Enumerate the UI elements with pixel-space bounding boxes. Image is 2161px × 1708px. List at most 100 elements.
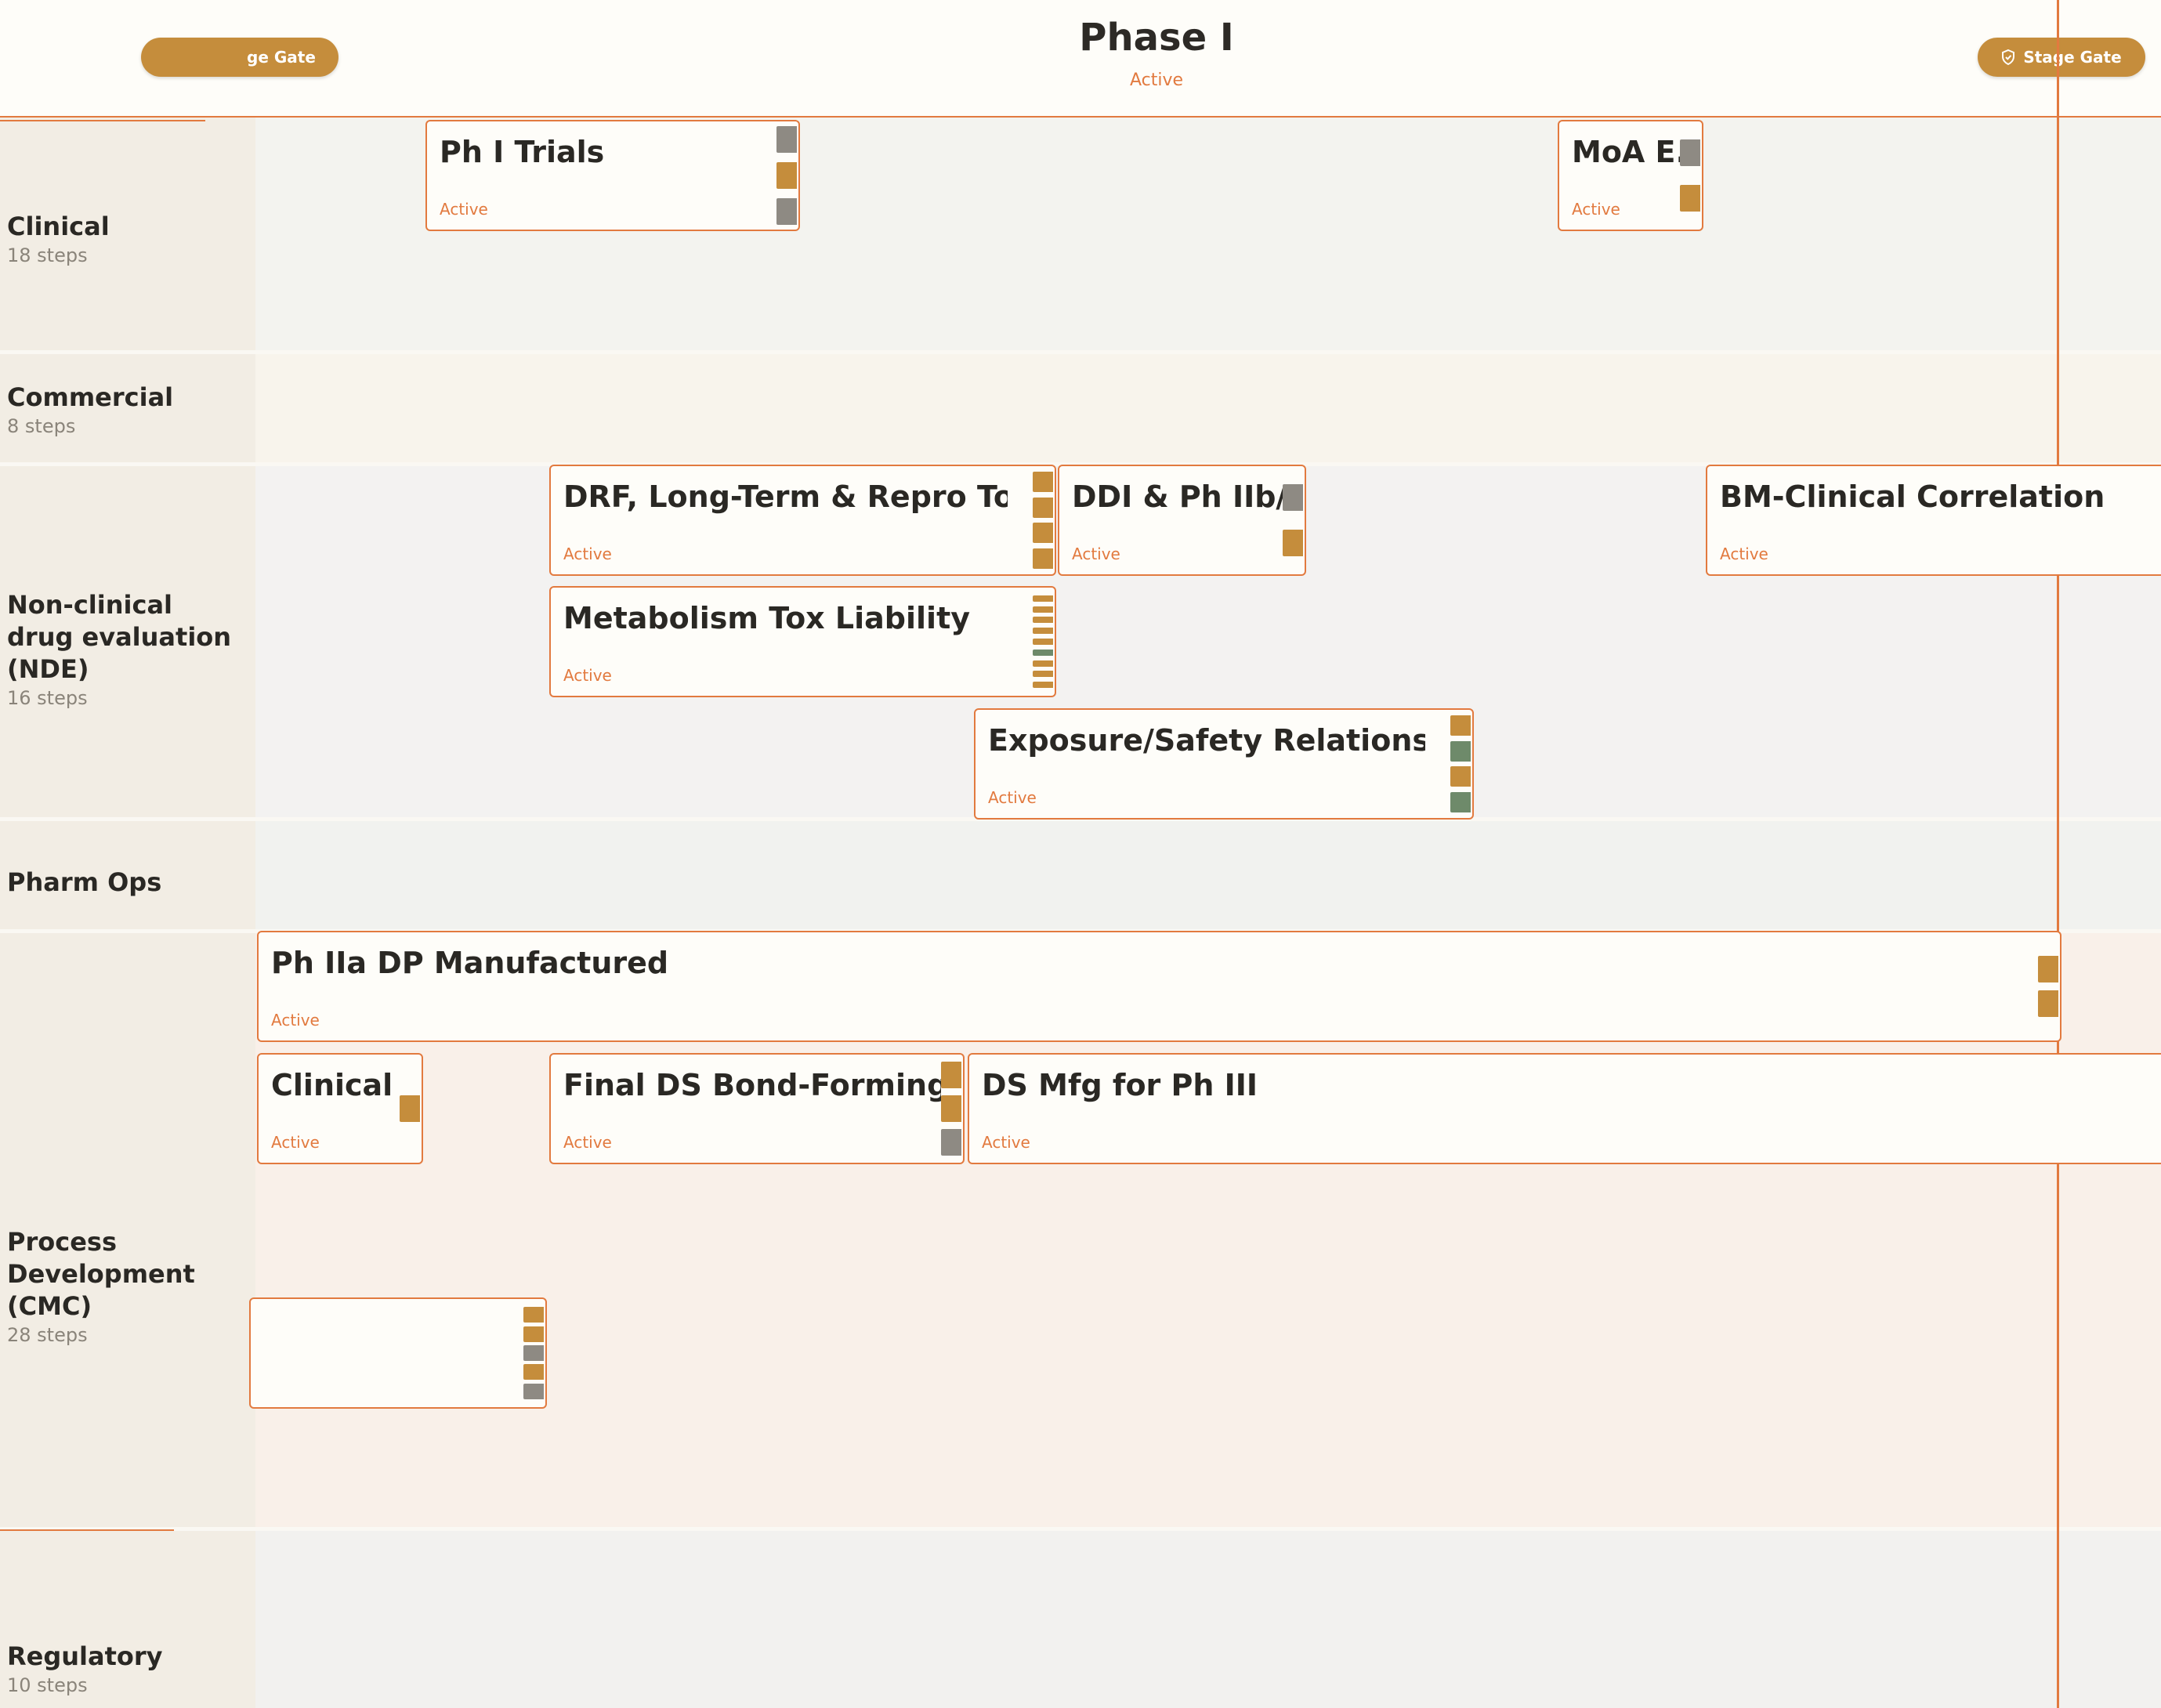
dependency-tab[interactable] <box>1033 628 1053 635</box>
task-card[interactable]: Final DS Bond-Forming R... Active <box>549 1053 965 1164</box>
dependency-tab[interactable] <box>400 1095 420 1122</box>
header-divider <box>0 116 2161 118</box>
dependency-tab[interactable] <box>2038 990 2058 1017</box>
dependency-tab[interactable] <box>523 1344 544 1361</box>
stage-gate-left-button[interactable]: ge Gate <box>141 38 338 77</box>
dependency-tab[interactable] <box>1283 529 1303 556</box>
dependency-tab[interactable] <box>523 1364 544 1381</box>
task-card[interactable]: DRF, Long-Term & Repro Tox Active <box>549 465 1056 576</box>
task-status: Active <box>988 788 1037 807</box>
task-card[interactable]: Exposure/Safety Relationship Active <box>974 708 1474 820</box>
dependency-tab[interactable] <box>1033 548 1053 570</box>
task-card[interactable]: DDI & Ph IIb/I... Active <box>1058 465 1306 576</box>
task-title: DDI & Ph IIb/I... <box>1072 479 1283 514</box>
lane-body <box>255 1531 2161 1708</box>
lane-commercial: Commercial 8 steps <box>0 354 2161 464</box>
task-title: Metabolism Tox Liability <box>563 601 971 635</box>
dependency-tab[interactable] <box>1033 660 1053 667</box>
dependency-tab[interactable] <box>941 1129 961 1156</box>
dependency-tab[interactable] <box>776 198 797 225</box>
task-title: DRF, Long-Term & Repro Tox <box>563 479 1008 514</box>
dependency-tab[interactable] <box>1450 792 1471 813</box>
phase-header: Phase I Active ge Gate Stage Gate <box>0 0 2161 118</box>
task-title: Clinical ... <box>271 1068 400 1102</box>
task-dependency-tabs <box>1450 710 1472 818</box>
dependency-tab[interactable] <box>1680 184 1700 212</box>
task-card[interactable]: Clinical ... Active <box>257 1053 423 1164</box>
task-title: BM-Clinical Correlation <box>1720 479 2105 514</box>
task-status: Active <box>563 666 612 685</box>
dependency-tab[interactable] <box>1033 497 1053 518</box>
lane-name: Clinical <box>7 211 110 241</box>
lane-regulatory: Regulatory 10 steps <box>0 1531 2161 1708</box>
task-title: DS Mfg for Ph III <box>982 1068 1258 1102</box>
task-card[interactable] <box>249 1297 547 1409</box>
dependency-tab[interactable] <box>1450 715 1471 736</box>
task-status: Active <box>563 1133 612 1152</box>
lane-label: Pharm Ops <box>0 821 255 931</box>
phase-title: Phase I <box>1079 16 1234 60</box>
task-status: Active <box>440 200 488 219</box>
task-card[interactable]: Ph I Trials Active <box>425 120 800 231</box>
dependency-tab[interactable] <box>1680 139 1700 167</box>
lane-name: Pharm Ops <box>7 867 162 897</box>
dependency-tab[interactable] <box>1033 638 1053 645</box>
dependency-tab[interactable] <box>941 1062 961 1088</box>
dependency-tab[interactable] <box>523 1383 544 1399</box>
task-dependency-tabs <box>523 1299 545 1407</box>
lane-step-count: 8 steps <box>7 414 76 437</box>
dependency-tab[interactable] <box>1033 523 1053 544</box>
task-dependency-tabs <box>1033 588 1055 696</box>
dependency-tab[interactable] <box>1033 617 1053 624</box>
dependency-tab[interactable] <box>523 1326 544 1342</box>
lane-body <box>255 821 2161 931</box>
lane-clinical: Clinical 18 steps <box>0 118 2161 353</box>
task-status: Active <box>1720 545 1768 563</box>
shield-icon <box>2002 49 2015 65</box>
today-marker-line <box>2057 0 2059 1708</box>
lane-pharm-ops: Pharm Ops <box>0 821 2161 931</box>
stage-gate-label: ge Gate <box>247 48 316 67</box>
lane-step-count: 16 steps <box>7 686 88 709</box>
dependency-tab[interactable] <box>1450 766 1471 787</box>
stage-gate-label: Stage Gate <box>2023 48 2122 67</box>
dependency-tab[interactable] <box>523 1307 544 1323</box>
lane-label: Process Development (CMC) 28 steps <box>0 933 255 1529</box>
task-dependency-tabs <box>1283 466 1305 574</box>
dependency-tab[interactable] <box>1033 606 1053 613</box>
task-card[interactable]: DS Mfg for Ph III Active <box>968 1053 2161 1164</box>
lane-name: Commercial <box>7 382 174 412</box>
dependency-tab[interactable] <box>776 162 797 189</box>
lane-tick <box>0 1529 174 1531</box>
task-dependency-tabs <box>776 121 798 230</box>
dependency-tab[interactable] <box>1033 671 1053 678</box>
dependency-tab[interactable] <box>2038 956 2058 982</box>
dependency-tab[interactable] <box>1033 682 1053 689</box>
dependency-tab[interactable] <box>1033 595 1053 602</box>
dependency-tab[interactable] <box>1450 740 1471 762</box>
task-dependency-tabs <box>1680 121 1702 230</box>
task-card[interactable]: BM-Clinical Correlation Active <box>1706 465 2161 576</box>
lane-step-count: 28 steps <box>7 1323 88 1346</box>
task-card[interactable]: Ph IIa DP Manufactured Active <box>257 931 2061 1042</box>
task-dependency-tabs <box>1033 466 1055 574</box>
lane-name: Non-clinical drug evaluation (NDE) <box>7 589 232 684</box>
task-title: Ph I Trials <box>440 135 605 169</box>
task-dependency-tabs <box>400 1055 422 1163</box>
dependency-tab[interactable] <box>941 1095 961 1122</box>
task-status: Active <box>1072 545 1120 563</box>
dependency-tab[interactable] <box>1283 484 1303 512</box>
lane-label: Regulatory 10 steps <box>0 1531 255 1708</box>
task-status: Active <box>271 1133 320 1152</box>
task-card[interactable]: Metabolism Tox Liability Active <box>549 586 1056 697</box>
lane-step-count: 10 steps <box>7 1674 88 1696</box>
stage-gate-right-button[interactable]: Stage Gate <box>1978 38 2145 77</box>
task-card[interactable]: MoA E.. Active <box>1558 120 1703 231</box>
dependency-tab[interactable] <box>1033 471 1053 492</box>
task-title: Final DS Bond-Forming R... <box>563 1068 941 1102</box>
task-dependency-tabs <box>2038 932 2060 1040</box>
dependency-tab[interactable] <box>776 126 797 153</box>
lane-body <box>255 354 2161 464</box>
timeline-canvas: Clinical 18 steps Commercial 8 steps Non… <box>0 0 2161 1708</box>
dependency-tab[interactable] <box>1033 649 1053 656</box>
